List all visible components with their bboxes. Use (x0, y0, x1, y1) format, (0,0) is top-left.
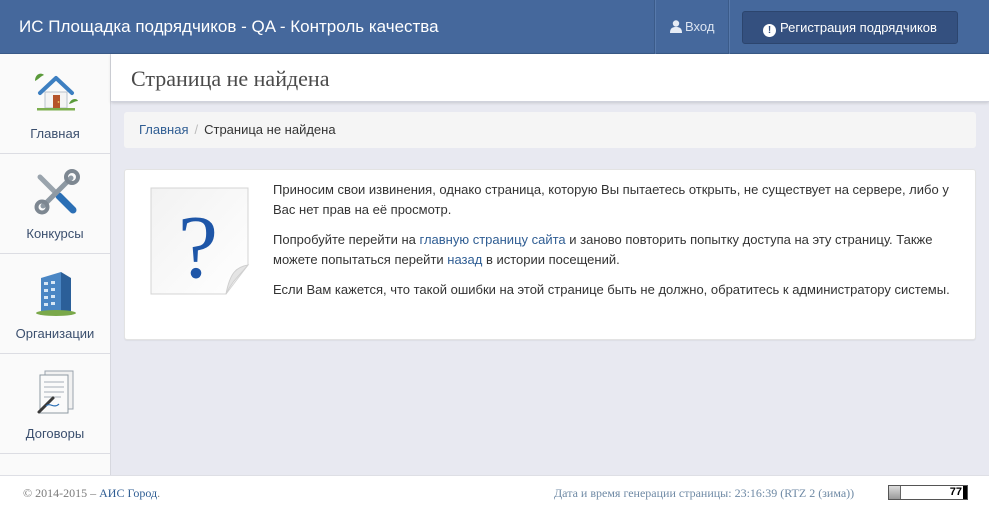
message-paragraph: Если Вам кажется, что такой ошибки на эт… (273, 282, 950, 297)
home-page-link[interactable]: главную страницу сайта (420, 232, 566, 247)
user-icon (670, 20, 682, 33)
info-icon: ! (763, 24, 777, 37)
sidebar-item-label: Организации (15, 326, 95, 341)
breadcrumb-home-link[interactable]: Главная (139, 122, 188, 137)
message-paragraph: Попробуйте перейти на главную страницу с… (273, 230, 963, 270)
breadcrumb-current: Страница не найдена (204, 122, 336, 137)
generation-time: Дата и время генерации страницы: 23:16:3… (554, 486, 855, 500)
login-label: Вход (685, 19, 715, 34)
copyright: © 2014-2015 – АИС Город. (23, 486, 160, 501)
sidebar-item-contests[interactable]: Конкурсы (0, 154, 110, 254)
sidebar-item-organizations[interactable]: Организации (0, 254, 110, 354)
sidebar-item-label: Главная (30, 126, 80, 141)
question-document-icon: ? (150, 187, 250, 297)
counter-value: 77 (949, 486, 962, 498)
breadcrumb: Главная / Страница не найдена (124, 112, 976, 148)
app-title[interactable]: ИС Площадка подрядчиков - QA - Контроль … (19, 17, 439, 37)
sidebar-item-label: Конкурсы (26, 226, 84, 241)
page-header: Страница не найдена (111, 54, 989, 102)
sidebar-item-contracts[interactable]: Договоры (0, 354, 110, 454)
breadcrumb-separator: / (194, 122, 199, 137)
ais-gorod-link[interactable]: АИС Город (99, 486, 157, 500)
sidebar: Главная Конкурсы Организации Договоры (0, 54, 111, 475)
tools-icon (34, 169, 80, 215)
register-contractors-button[interactable]: ! Регистрация подрядчиков (742, 11, 958, 44)
counter-badge-left (889, 486, 901, 499)
login-link[interactable]: Вход (670, 19, 714, 35)
navbar-divider (728, 0, 729, 54)
visit-counter[interactable]: 77 (888, 485, 968, 500)
copyright-prefix: © 2014-2015 – (23, 486, 100, 500)
message-paragraph: Приносим свои извинения, однако страница… (273, 182, 949, 217)
message-text-span: в истории посещений. (482, 252, 620, 267)
message-text: Приносим свои извинения, однако страница… (273, 180, 963, 310)
not-found-panel: ? Приносим свои извинения, однако страни… (124, 169, 976, 340)
copyright-suffix: . (157, 486, 161, 500)
sidebar-item-home[interactable]: Главная (0, 54, 110, 154)
contract-icon (37, 370, 74, 414)
footer: © 2014-2015 – АИС Город. Дата и время ге… (0, 475, 989, 509)
sidebar-item-label: Договоры (25, 426, 85, 441)
navbar-divider (654, 0, 655, 54)
house-icon (35, 73, 78, 111)
building-icon (36, 272, 76, 316)
counter-badge-right (963, 486, 967, 499)
top-navbar: ИС Площадка подрядчиков - QA - Контроль … (0, 0, 989, 54)
question-glyph: ? (178, 198, 218, 297)
page-title: Страница не найдена (131, 66, 330, 91)
back-link[interactable]: назад (447, 252, 482, 267)
message-text-span: Попробуйте перейти на (273, 232, 420, 247)
register-label: Регистрация подрядчиков (780, 20, 937, 35)
